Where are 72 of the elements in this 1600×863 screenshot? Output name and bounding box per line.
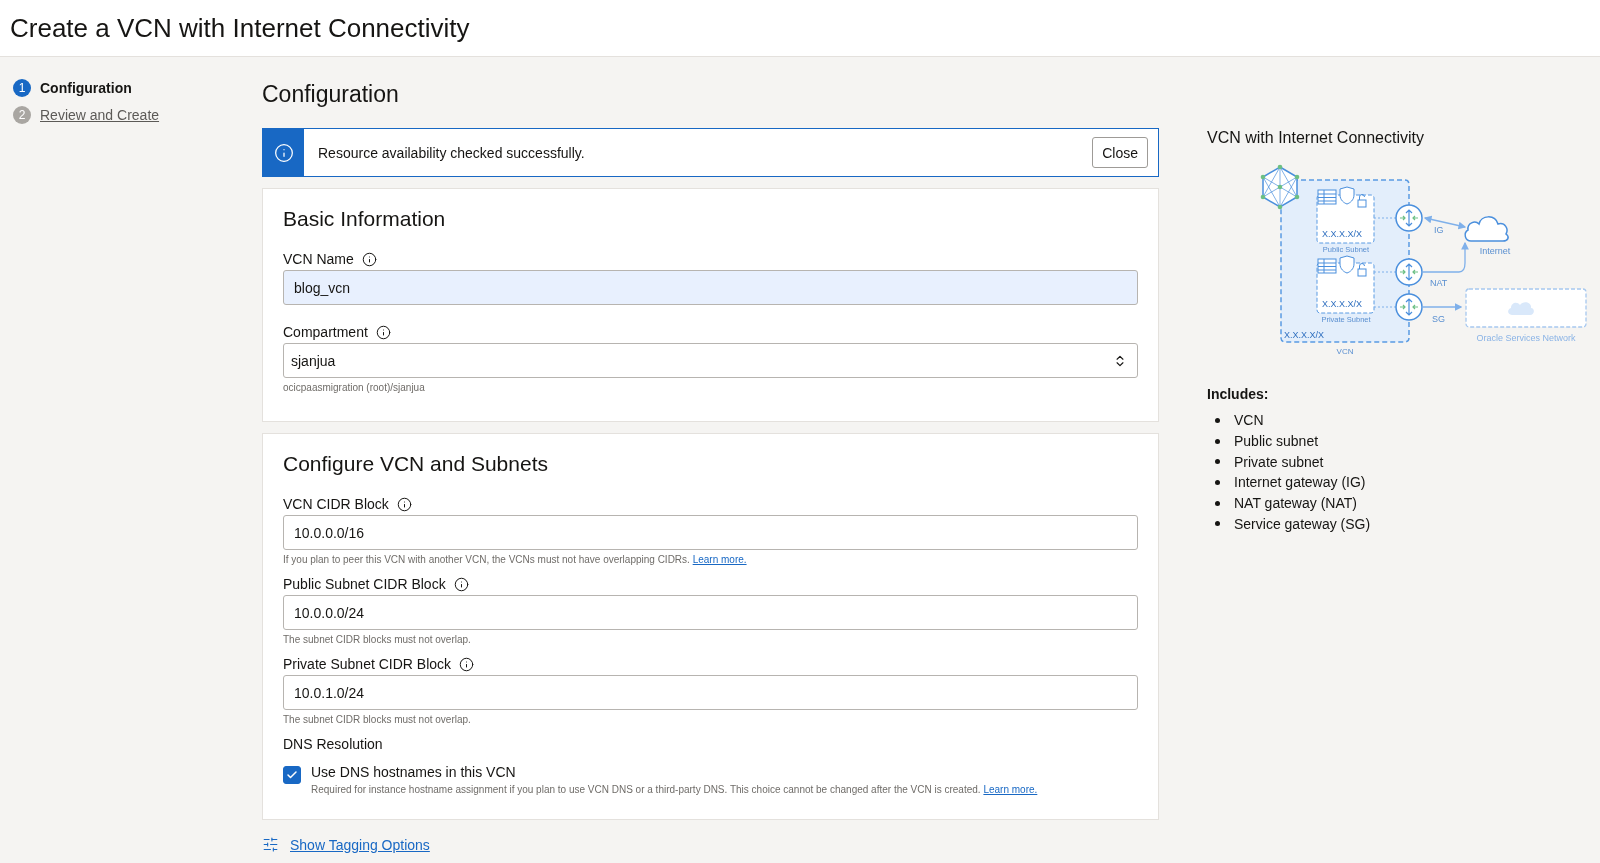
service-network-label: Oracle Services Network (1476, 333, 1576, 343)
learn-more-link[interactable]: Learn more. (692, 554, 747, 565)
cidr-label: X.X.X.X/X (1284, 330, 1325, 340)
list-item: Internet gateway (IG) (1234, 474, 1366, 491)
card-title: Configure VCN and Subnets (283, 452, 549, 476)
card-title: Basic Information (283, 207, 447, 231)
field-label: DNS Resolution (283, 736, 384, 752)
step-link[interactable]: Review and Create (40, 107, 160, 123)
input-field[interactable]: 10.0.1.0/24 (283, 675, 1138, 710)
list-item: NAT gateway (NAT) (1234, 495, 1357, 512)
gateway-label: IG (1434, 225, 1444, 235)
field-label: Public Subnet CIDR Block (283, 576, 446, 592)
router-icon (1395, 258, 1423, 286)
router-icon (1395, 293, 1423, 321)
info-icon (273, 142, 294, 163)
alert-message: Resource availability checked successfully. (317, 144, 586, 161)
bullet-icon (1215, 479, 1220, 485)
network-hexagon-icon (1260, 164, 1300, 210)
gateway-label: SG (1432, 314, 1445, 324)
bullet-icon (1215, 459, 1220, 465)
section-title: Configuration (262, 81, 400, 108)
checkbox-label: Use DNS hostnames in this VCN (311, 764, 517, 780)
tags-icon (262, 836, 279, 853)
step-link[interactable]: Configuration (40, 80, 132, 96)
learn-more-link[interactable]: Learn more. (983, 784, 1038, 795)
info-icon[interactable] (459, 656, 475, 672)
cidr-label: X.X.X.X/X (1322, 299, 1363, 309)
list-item: VCN (1234, 412, 1264, 429)
step-number: 1 (13, 79, 31, 97)
diagram-title: VCN with Internet Connectivity (1207, 129, 1425, 147)
field-label: Compartment (283, 324, 368, 340)
input-field[interactable]: 10.0.0.0/24 (283, 595, 1138, 630)
subnet-icons-drawing (1317, 255, 1367, 277)
field-label: VCN CIDR Block (283, 496, 389, 512)
internet-label: Internet (1479, 246, 1511, 256)
cidr-label: X.X.X.X/X (1322, 229, 1363, 239)
arrow-line (1421, 303, 1463, 311)
info-icon[interactable] (453, 576, 469, 592)
list-item: Public subnet (1234, 433, 1319, 450)
subnet-icons-drawing (1317, 186, 1367, 208)
compartment-select[interactable]: sjanjua (283, 343, 1138, 378)
includes-title: Includes: (1207, 386, 1270, 402)
cloud-icon (1464, 216, 1509, 242)
info-icon[interactable] (361, 251, 377, 267)
gateway-label: NAT (1430, 278, 1448, 288)
field-hint: The subnet CIDR blocks must not overlap. (283, 714, 472, 725)
bullet-icon (1215, 521, 1220, 527)
list-item: Private subnet (1234, 453, 1324, 470)
checkbox[interactable] (283, 766, 301, 784)
bullet-icon (1215, 438, 1220, 444)
field-hint: Required for instance hostname assignment if you plan to use VCN DNS or a third-party DNS. This choice cannot be changed after the VCN is created. Learn more. (311, 784, 1038, 795)
bullet-icon (1215, 417, 1220, 423)
check-icon (286, 769, 298, 781)
info-icon[interactable] (396, 496, 412, 512)
list-item: Service gateway (SG) (1234, 515, 1371, 532)
input-field[interactable]: blog_vcn (283, 270, 1138, 305)
close-button[interactable]: Close (1092, 137, 1148, 168)
router-icon (1395, 204, 1423, 232)
vcn-label: VCN (1336, 347, 1354, 356)
field-hint: The subnet CIDR blocks must not overlap. (283, 634, 472, 645)
page-title: Create a VCN with Internet Connectivity (10, 12, 470, 44)
field-label: Private Subnet CIDR Block (283, 656, 452, 672)
cloud-icon (1508, 302, 1534, 315)
field-label: VCN Name (283, 251, 354, 267)
field-hint: ocicpaasmigration (root)/sjanjua (283, 382, 426, 393)
tagging-link[interactable]: Show Tagging Options (290, 836, 430, 853)
step-number: 2 (13, 106, 31, 124)
arrow-line (1421, 241, 1469, 273)
info-icon[interactable] (375, 324, 391, 340)
bullet-icon (1215, 500, 1220, 506)
input-field[interactable]: 10.0.0.0/16 (283, 515, 1138, 550)
field-hint: If you plan to peer this VCN with another VCN, the VCNs must not have overlapping CIDRs. Learn more. (283, 554, 748, 565)
